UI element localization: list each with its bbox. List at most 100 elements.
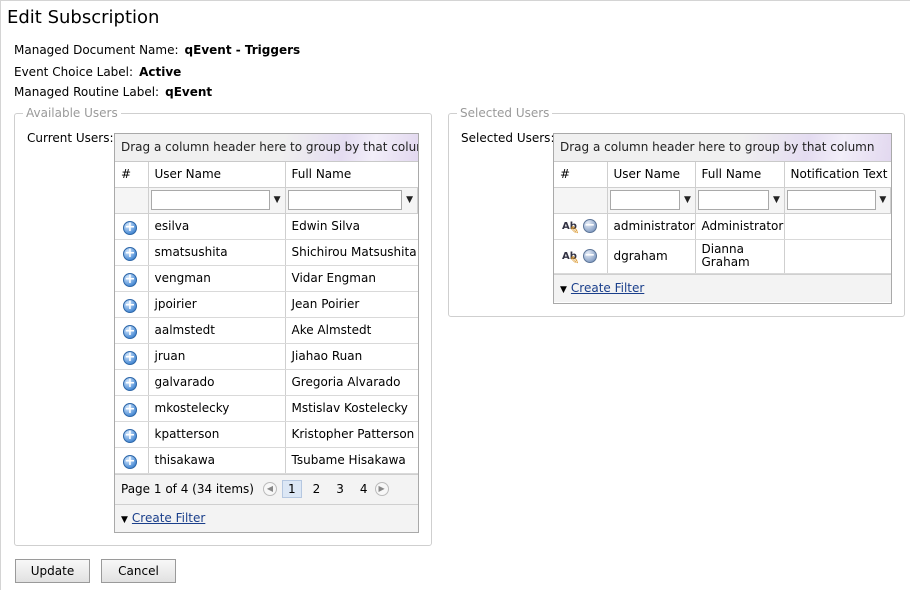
filter-cell-notification-text: ▼: [784, 187, 891, 214]
notification-text-filter-input[interactable]: [786, 190, 876, 210]
edit-text-icon[interactable]: Ab ✎: [562, 251, 579, 267]
full-name-cell: Dianna Graham: [695, 239, 785, 274]
table-row[interactable]: + vengman Vidar Engman: [115, 265, 418, 292]
pager-summary: Page 1 of 4 (34 items): [121, 482, 254, 496]
event-choice-value: Active: [139, 65, 182, 79]
add-user-icon[interactable]: +: [123, 455, 137, 469]
selected-users-label: Selected Users:: [461, 131, 555, 145]
user-name-cell: vengman: [148, 265, 286, 292]
full-name-cell: Gregoria Alvarado: [285, 369, 418, 396]
routine-label-value: qEvent: [165, 85, 213, 99]
column-header-full-name[interactable]: Full Name: [285, 162, 418, 188]
filter-cell-full-name: ▼: [695, 187, 785, 214]
user-name-cell: administrator: [607, 213, 696, 240]
page-number-1[interactable]: 1: [281, 480, 302, 498]
add-user-icon[interactable]: +: [123, 221, 137, 235]
funnel-icon[interactable]: ▼: [404, 195, 415, 205]
column-header-notification-text[interactable]: Notification Text: [784, 162, 891, 188]
funnel-icon[interactable]: ▼: [272, 195, 283, 205]
column-header-user-name[interactable]: User Name: [607, 162, 696, 188]
remove-user-icon[interactable]: −: [582, 219, 597, 234]
row-action-cell: +: [115, 421, 149, 448]
row-action-cell: Ab ✎ −: [554, 239, 608, 274]
group-by-panel[interactable]: Drag a column header here to group by th…: [115, 134, 418, 162]
add-user-icon[interactable]: +: [123, 351, 137, 365]
full-name-cell: Tsubame Hisakawa: [285, 447, 418, 474]
user-name-cell: jpoirier: [148, 291, 286, 318]
filter-cell-user-name: ▼: [148, 187, 286, 214]
page-number-2[interactable]: 2: [308, 481, 326, 497]
add-user-icon[interactable]: +: [123, 299, 137, 313]
filter-icon: ▼: [121, 514, 128, 525]
funnel-icon[interactable]: ▼: [878, 195, 888, 205]
table-row[interactable]: + aalmstedt Ake Almstedt: [115, 317, 418, 344]
user-name-cell: mkostelecky: [148, 395, 286, 422]
funnel-icon[interactable]: ▼: [771, 195, 781, 205]
full-name-cell: Mstislav Kostelecky: [285, 395, 418, 422]
user-name-cell: esilva: [148, 213, 286, 240]
column-header-index[interactable]: #: [115, 162, 149, 188]
full-name-filter-input[interactable]: [287, 190, 403, 210]
add-user-icon[interactable]: +: [123, 377, 137, 391]
table-row[interactable]: + galvarado Gregoria Alvarado: [115, 369, 418, 396]
table-row[interactable]: Ab ✎ − administrator Administrator: [554, 213, 891, 240]
table-row[interactable]: + smatsushita Shichirou Matsushita: [115, 239, 418, 266]
filter-cell-full-name: ▼: [285, 187, 418, 214]
notification-text-cell[interactable]: [784, 213, 891, 240]
add-user-icon[interactable]: +: [123, 325, 137, 339]
row-action-cell: Ab ✎ −: [554, 213, 608, 240]
pager: Page 1 of 4 (34 items) ◀ 1 2 3 4 ▶: [115, 473, 418, 504]
filter-row: ▼ ▼: [115, 187, 418, 214]
table-row[interactable]: + esilva Edwin Silva: [115, 213, 418, 240]
page-number-3[interactable]: 3: [331, 481, 349, 497]
remove-user-icon[interactable]: −: [582, 249, 597, 264]
next-page-icon[interactable]: ▶: [374, 482, 389, 496]
user-name-cell: aalmstedt: [148, 317, 286, 344]
notification-text-cell[interactable]: [784, 239, 891, 274]
available-users-grid: Drag a column header here to group by th…: [114, 133, 419, 533]
table-row[interactable]: + kpatterson Kristopher Patterson: [115, 421, 418, 448]
full-name-filter-input[interactable]: [697, 190, 770, 210]
group-by-panel[interactable]: Drag a column header here to group by th…: [554, 134, 891, 162]
user-name-cell: thisakawa: [148, 447, 286, 474]
routine-label-row: Managed Routine Label: qEvent: [14, 85, 212, 99]
add-user-icon[interactable]: +: [123, 247, 137, 261]
user-name-cell: dgraham: [607, 239, 696, 274]
full-name-cell: Edwin Silva: [285, 213, 418, 240]
table-row[interactable]: + jpoirier Jean Poirier: [115, 291, 418, 318]
full-name-cell: Shichirou Matsushita: [285, 239, 418, 266]
row-action-cell: +: [115, 291, 149, 318]
event-choice-row: Event Choice Label: Active: [14, 65, 181, 79]
column-header-user-name[interactable]: User Name: [148, 162, 286, 188]
user-name-cell: jruan: [148, 343, 286, 370]
funnel-icon[interactable]: ▼: [682, 195, 692, 205]
current-users-label: Current Users:: [27, 131, 114, 145]
user-name-cell: smatsushita: [148, 239, 286, 266]
prev-page-icon[interactable]: ◀: [262, 482, 277, 496]
page-number-4[interactable]: 4: [355, 481, 373, 497]
cancel-button[interactable]: Cancel: [101, 559, 176, 583]
row-action-cell: +: [115, 369, 149, 396]
document-name-value: qEvent - Triggers: [184, 43, 301, 57]
full-name-cell: Administrator: [695, 213, 785, 240]
table-row[interactable]: Ab ✎ − dgraham Dianna Graham: [554, 239, 891, 274]
edit-text-icon[interactable]: Ab ✎: [562, 221, 579, 237]
table-row[interactable]: + mkostelecky Mstislav Kostelecky: [115, 395, 418, 422]
create-filter-link[interactable]: Create Filter: [571, 281, 644, 295]
update-button[interactable]: Update: [15, 559, 90, 583]
add-user-icon[interactable]: +: [123, 429, 137, 443]
user-name-filter-input[interactable]: [150, 190, 270, 210]
filter-row: ▼ ▼ ▼: [554, 187, 891, 214]
create-filter-link[interactable]: Create Filter: [132, 511, 205, 525]
column-header-index[interactable]: #: [554, 162, 608, 188]
table-row[interactable]: + thisakawa Tsubame Hisakawa: [115, 447, 418, 474]
routine-label-label: Managed Routine Label:: [14, 85, 160, 99]
full-name-cell: Jean Poirier: [285, 291, 418, 318]
user-name-filter-input[interactable]: [609, 190, 681, 210]
add-user-icon[interactable]: +: [123, 403, 137, 417]
column-header-full-name[interactable]: Full Name: [695, 162, 785, 188]
document-name-label: Managed Document Name:: [14, 43, 179, 57]
row-action-cell: +: [115, 447, 149, 474]
add-user-icon[interactable]: +: [123, 273, 137, 287]
table-row[interactable]: + jruan Jiahao Ruan: [115, 343, 418, 370]
